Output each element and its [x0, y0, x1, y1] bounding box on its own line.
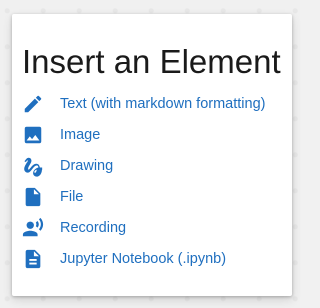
- notebook-icon: [22, 248, 44, 270]
- pencil-icon: [22, 93, 44, 115]
- menu-item-label: Drawing: [60, 157, 114, 174]
- recording-icon: [22, 217, 44, 239]
- image-icon: [22, 124, 44, 146]
- menu-item-label: Image: [60, 126, 101, 143]
- menu-item-label: Text (with markdown formatting): [60, 95, 266, 112]
- menu-item-label: Recording: [60, 219, 127, 236]
- menu-item-drawing[interactable]: Drawing: [0, 150, 300, 181]
- menu-item-recording[interactable]: Recording: [0, 212, 300, 243]
- menu-item-label: File: [60, 188, 84, 205]
- menu-item-text[interactable]: Text (with markdown formatting): [0, 88, 300, 119]
- drawing-icon: [22, 155, 44, 177]
- insert-element-menu: Text (with markdown formatting) Image Dr…: [0, 88, 300, 274]
- menu-item-image[interactable]: Image: [0, 119, 300, 150]
- dialog-title: Insert an Element: [22, 43, 281, 80]
- menu-item-label: Jupyter Notebook (.ipynb): [60, 250, 227, 267]
- file-icon: [22, 186, 44, 208]
- menu-item-jupyter-notebook[interactable]: Jupyter Notebook (.ipynb): [0, 243, 300, 274]
- menu-item-file[interactable]: File: [0, 181, 300, 212]
